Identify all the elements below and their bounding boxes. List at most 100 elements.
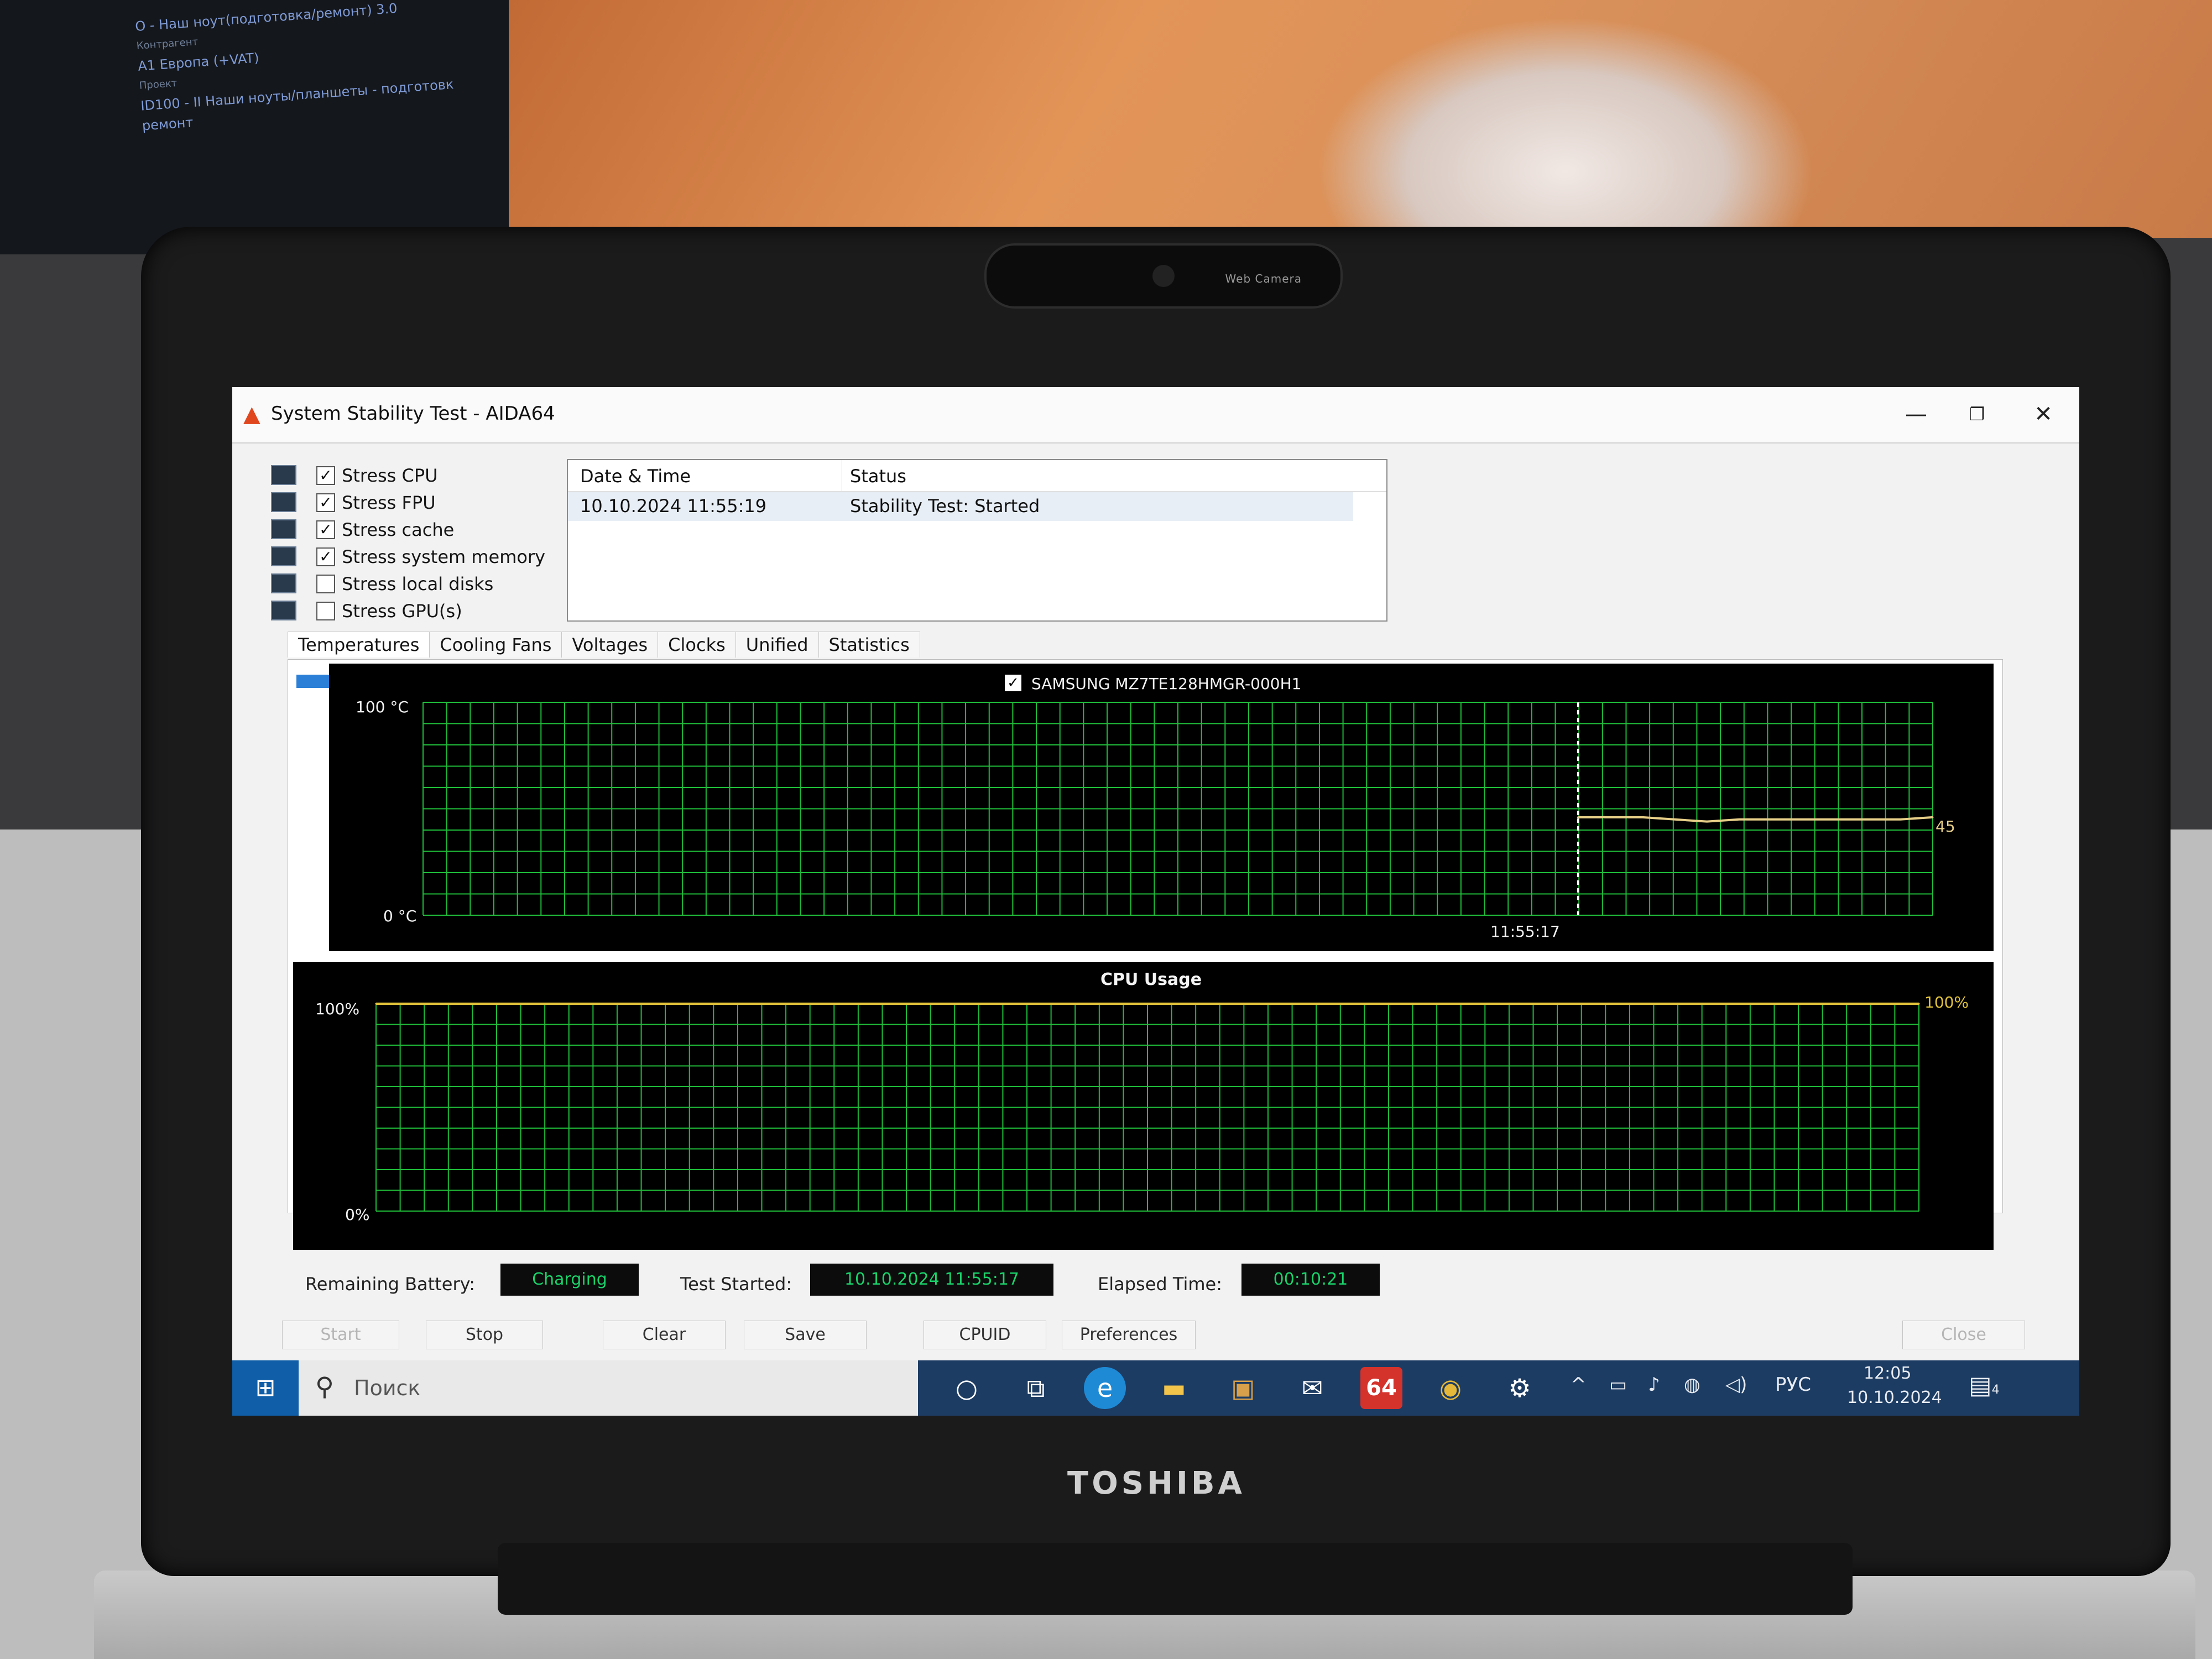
stress-option-label: Stress local disks xyxy=(342,573,494,594)
data-point xyxy=(1575,1003,1577,1005)
stress-option-label: Stress cache xyxy=(342,519,455,540)
stress-cpu-checkbox[interactable]: ✓ xyxy=(316,466,335,485)
stress-option-label: Stress CPU xyxy=(342,465,438,486)
preferences-button[interactable]: Preferences xyxy=(1062,1321,1196,1349)
notification-count: 4 xyxy=(1991,1383,2000,1397)
temperature-current-value: 45 xyxy=(1936,817,1955,836)
stress-fpu-checkbox[interactable]: ✓ xyxy=(316,493,335,512)
volume-icon[interactable]: ◁) xyxy=(1725,1374,1747,1396)
stress-option-disks[interactable]: Stress local disks xyxy=(271,570,603,597)
log-column-status[interactable]: Status xyxy=(850,466,906,487)
aida64-taskbar-icon[interactable]: 64 xyxy=(1360,1367,1402,1409)
cpu-y-max-label: 100% xyxy=(315,1000,360,1018)
search-icon: ⚲ xyxy=(315,1371,334,1401)
title-bar[interactable]: ▲ System Stability Test - AIDA64 — ❐ ✕ xyxy=(232,387,2079,444)
file-explorer-icon[interactable]: ▬ xyxy=(1153,1367,1195,1409)
store-icon[interactable]: ▣ xyxy=(1222,1367,1264,1409)
data-point xyxy=(1706,821,1708,823)
temperature-legend-label: SAMSUNG MZ7TE128HMGR-000H1 xyxy=(1031,675,1302,693)
stress-option-gpu[interactable]: Stress GPU(s) xyxy=(271,597,603,624)
cpu-y-min-label: 0% xyxy=(345,1206,370,1224)
tab-unified[interactable]: Unified xyxy=(735,632,819,658)
log-column-datetime[interactable]: Date & Time xyxy=(580,466,691,487)
tray-chevron-up-icon[interactable]: ^ xyxy=(1571,1374,1587,1396)
fpu-icon xyxy=(271,492,296,512)
close-window-button[interactable]: ✕ xyxy=(2013,395,2074,434)
background-monitor-text: О - Наш ноут(подготовка/ремонт) 3.0 Конт… xyxy=(134,0,456,136)
settings-gear-icon[interactable]: ⚙ xyxy=(1499,1367,1541,1409)
network-globe-icon[interactable]: ◍ xyxy=(1684,1374,1700,1396)
chrome-icon[interactable]: ◉ xyxy=(1430,1367,1472,1409)
cpu-usage-chart: CPU Usage 100% 0% 100% xyxy=(293,962,1994,1250)
clock-time[interactable]: 12:05 xyxy=(1864,1364,1911,1383)
status-bar: Remaining Battery: Charging Test Started… xyxy=(232,1258,2079,1308)
elapsed-time-label: Elapsed Time: xyxy=(1098,1274,1222,1295)
mail-icon[interactable]: ✉ xyxy=(1291,1367,1333,1409)
edge-browser-icon[interactable]: e xyxy=(1084,1367,1126,1409)
data-point xyxy=(1867,818,1869,821)
microphone-icon[interactable]: ♪ xyxy=(1648,1374,1660,1396)
system-tray: ^ ▭ ♪ ◍ ◁) РУС xyxy=(1559,1360,2079,1416)
table-row[interactable]: 10.10.2024 11:55:19 Stability Test: Star… xyxy=(568,492,1353,521)
start-button[interactable]: Start xyxy=(282,1321,399,1349)
data-point xyxy=(1835,818,1837,821)
tab-cooling-fans[interactable]: Cooling Fans xyxy=(429,632,562,658)
webcam-label: Web Camera xyxy=(1225,272,1302,285)
data-point xyxy=(1577,816,1579,818)
data-point xyxy=(1232,1003,1234,1005)
tab-temperatures[interactable]: Temperatures xyxy=(288,632,430,658)
data-point xyxy=(1932,816,1934,818)
webcam-lens-icon xyxy=(1152,265,1175,287)
data-point xyxy=(718,1003,720,1005)
stress-option-cpu[interactable]: ✓ Stress CPU xyxy=(271,462,603,489)
task-view-icon[interactable]: ⧉ xyxy=(1015,1367,1057,1409)
memory-icon xyxy=(271,546,296,566)
clock-date[interactable]: 10.10.2024 xyxy=(1847,1388,1942,1407)
cache-icon xyxy=(271,519,296,539)
notification-center-icon[interactable]: ▤4 xyxy=(1969,1371,2000,1400)
data-point xyxy=(1609,816,1611,818)
clear-button[interactable]: Clear xyxy=(603,1321,726,1349)
cpuid-button[interactable]: CPUID xyxy=(924,1321,1046,1349)
tab-statistics[interactable]: Statistics xyxy=(818,632,920,658)
tab-clocks[interactable]: Clocks xyxy=(658,632,736,658)
taskbar-search-box[interactable]: ⚲ Поиск xyxy=(299,1360,918,1416)
close-button[interactable]: Close xyxy=(1902,1321,2025,1349)
save-button[interactable]: Save xyxy=(744,1321,867,1349)
stress-option-label: Stress system memory xyxy=(342,546,546,567)
battery-icon[interactable]: ▭ xyxy=(1609,1374,1627,1396)
stress-cache-checkbox[interactable]: ✓ xyxy=(316,520,335,539)
windows-start-button[interactable]: ⊞ xyxy=(232,1360,299,1416)
language-indicator[interactable]: РУС xyxy=(1775,1374,1811,1396)
log-header: Date & Time Status xyxy=(568,460,1386,492)
stress-option-memory[interactable]: ✓ Stress system memory xyxy=(271,543,603,570)
minimize-button[interactable]: — xyxy=(1886,395,1947,434)
restore-button[interactable]: ❐ xyxy=(1947,395,2007,434)
event-log-table[interactable]: Date & Time Status 10.10.2024 11:55:19 S… xyxy=(567,459,1387,622)
stress-option-fpu[interactable]: ✓ Stress FPU xyxy=(271,489,603,516)
stress-option-cache[interactable]: ✓ Stress cache xyxy=(271,516,603,543)
search-placeholder: Поиск xyxy=(354,1376,421,1400)
disk-icon xyxy=(271,573,296,593)
cortana-icon[interactable]: ○ xyxy=(946,1367,988,1409)
log-cell-datetime: 10.10.2024 11:55:19 xyxy=(580,495,767,517)
stress-memory-checkbox[interactable]: ✓ xyxy=(316,547,335,566)
data-point xyxy=(375,1003,377,1005)
brand-logo: TOSHIBA xyxy=(1067,1465,1245,1501)
log-cell-status: Stability Test: Started xyxy=(850,495,1040,517)
tab-voltages[interactable]: Voltages xyxy=(561,632,659,658)
stress-disks-checkbox[interactable] xyxy=(316,575,335,593)
temperature-chart-svg xyxy=(422,702,1934,916)
aida64-app-icon: ▲ xyxy=(243,401,260,427)
background-monitor: О - Наш ноут(подготовка/ремонт) 3.0 Конт… xyxy=(0,0,553,254)
stress-option-label: Stress FPU xyxy=(342,492,436,513)
data-point xyxy=(1770,818,1772,821)
data-point xyxy=(1900,818,1902,821)
data-point xyxy=(1641,816,1644,818)
test-started-label: Test Started: xyxy=(680,1274,792,1295)
temperature-y-max-label: 100 °C xyxy=(356,698,409,716)
stop-button[interactable]: Stop xyxy=(426,1321,543,1349)
temperature-y-min-label: 0 °C xyxy=(383,907,417,925)
legend-checkbox[interactable]: ✓ xyxy=(1005,675,1021,691)
stress-gpu-checkbox[interactable] xyxy=(316,602,335,620)
